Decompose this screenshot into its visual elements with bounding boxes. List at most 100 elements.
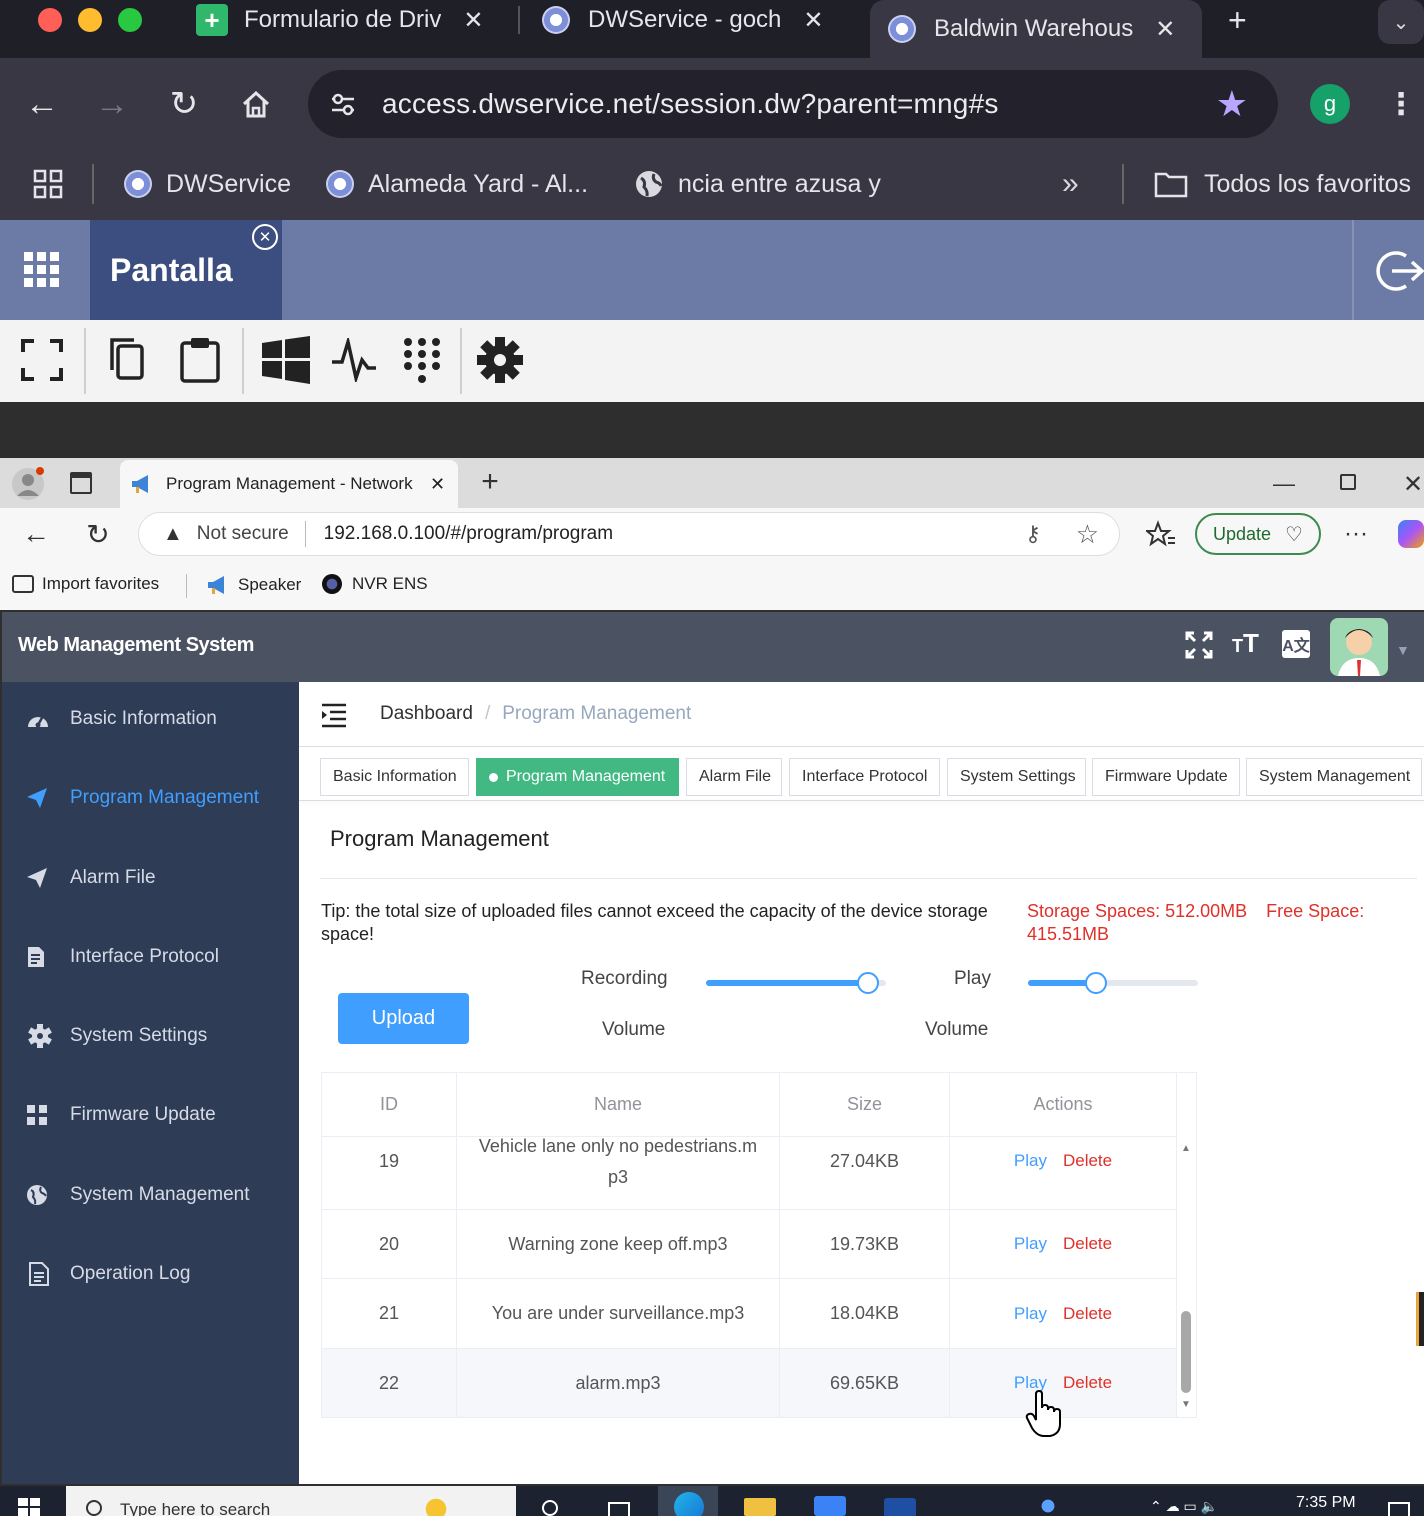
scroll-up-icon[interactable]: ▲ (1181, 1143, 1191, 1154)
activity-pulse-icon[interactable] (330, 335, 378, 385)
favorite-speaker[interactable]: Speaker (206, 574, 301, 596)
sidebar-item-program-management[interactable]: Program Management (2, 768, 299, 828)
delete-button[interactable]: Delete (1063, 1234, 1112, 1254)
system-tray-icons[interactable]: ⌃ ☁ ▭ 🔈 (1150, 1498, 1218, 1515)
address-bar[interactable]: access.dwservice.net/session.dw?parent=m… (308, 70, 1278, 138)
forward-arrow-icon[interactable]: → (92, 84, 132, 124)
tag-program-management[interactable]: Program Management (476, 758, 679, 796)
close-tab-icon[interactable]: ✕ (430, 474, 445, 495)
upload-button[interactable]: Upload (338, 993, 469, 1044)
slider-handle[interactable] (1085, 972, 1107, 994)
bookmark-ncia[interactable]: ncia entre azusa y (634, 162, 881, 206)
font-size-icon[interactable]: TT (1232, 628, 1264, 660)
delete-button[interactable]: Delete (1063, 1304, 1112, 1324)
close-window-button[interactable] (38, 8, 62, 32)
settings-gear-icon[interactable] (476, 336, 524, 384)
recording-volume-slider[interactable] (706, 972, 886, 994)
bookmark-star-icon[interactable]: ★ (1216, 83, 1248, 125)
tag-system-settings[interactable]: System Settings (947, 758, 1086, 796)
back-arrow-icon[interactable]: ← (22, 84, 62, 124)
sidebar-item-system-management[interactable]: System Management (2, 1165, 299, 1225)
breadcrumb-dashboard[interactable]: Dashboard (380, 703, 473, 725)
add-favorite-star-icon[interactable]: ☆ (1076, 519, 1099, 550)
mail-icon[interactable] (884, 1498, 916, 1516)
windows-icon[interactable] (262, 336, 310, 384)
all-bookmarks-folder[interactable]: Todos los favoritos (1154, 162, 1411, 206)
tab-baldwin[interactable]: Baldwin Warehous ✕ (870, 0, 1202, 58)
sidebar-item-basic-information[interactable]: Basic Information (2, 689, 299, 749)
copy-icon[interactable] (108, 336, 148, 382)
table-scrollbar[interactable]: ▲ ▼ (1177, 1137, 1197, 1417)
menu-kebab-icon[interactable]: ⋮ (1386, 84, 1416, 124)
network-app-icon[interactable] (1030, 1496, 1066, 1516)
reload-icon[interactable]: ↻ (164, 84, 204, 124)
widgets-icon[interactable] (608, 1502, 630, 1516)
not-secure-label[interactable]: Not secure (197, 523, 289, 545)
copilot-icon[interactable] (1398, 520, 1424, 548)
tab-actions-icon[interactable] (70, 472, 92, 494)
keypad-icon[interactable] (402, 336, 442, 386)
home-icon[interactable] (236, 84, 276, 124)
tab-program-management[interactable]: Program Management - Network ✕ (120, 460, 458, 508)
update-button[interactable]: Update ♡ (1195, 513, 1321, 555)
scroll-down-icon[interactable]: ▼ (1181, 1399, 1191, 1410)
apps-grid-icon[interactable] (32, 162, 64, 206)
sidebar-item-alarm-file[interactable]: Alarm File (2, 848, 299, 908)
profile-avatar[interactable]: g (1310, 84, 1350, 124)
avatar[interactable] (1330, 618, 1388, 676)
edge-taskbar-button[interactable] (658, 1486, 718, 1516)
tab-pantalla[interactable]: Pantalla ✕ (90, 220, 282, 320)
url-text[interactable]: 192.168.0.100/#/program/program (324, 523, 613, 545)
tag-alarm-file[interactable]: Alarm File (686, 758, 782, 796)
taskbar-search[interactable]: Type here to search (66, 1486, 516, 1516)
menu-toggle-icon[interactable] (320, 702, 350, 728)
tag-basic-information[interactable]: Basic Information (320, 758, 469, 796)
play-button[interactable]: Play (1014, 1304, 1047, 1324)
fullscreen-icon[interactable] (20, 338, 64, 382)
new-tab-button[interactable]: + (1228, 0, 1247, 40)
close-circle-icon[interactable]: ✕ (252, 224, 278, 250)
minimize-window-button[interactable] (78, 8, 102, 32)
url-text[interactable]: access.dwservice.net/session.dw?parent=m… (382, 88, 999, 120)
bookmark-dwservice[interactable]: DWService (124, 162, 291, 206)
profile-icon[interactable] (10, 466, 46, 502)
scrollbar-thumb[interactable] (1181, 1311, 1191, 1393)
delete-button[interactable]: Delete (1063, 1151, 1112, 1171)
sidebar-item-firmware-update[interactable]: Firmware Update (2, 1085, 299, 1145)
file-explorer-icon[interactable] (744, 1498, 776, 1516)
new-tab-button[interactable]: + (470, 462, 510, 502)
play-volume-slider[interactable] (1028, 972, 1198, 994)
import-favorites[interactable]: Import favorites (12, 574, 159, 594)
reload-icon[interactable]: ↻ (80, 516, 116, 552)
play-button[interactable]: Play (1014, 1234, 1047, 1254)
restore-icon[interactable] (1340, 474, 1356, 490)
back-arrow-icon[interactable]: ← (18, 516, 54, 552)
sidebar-item-operation-log[interactable]: Operation Log (2, 1244, 299, 1304)
delete-button[interactable]: Delete (1063, 1373, 1112, 1393)
zoom-window-button[interactable] (118, 8, 142, 32)
slider-handle[interactable] (857, 972, 879, 994)
windows-start-icon[interactable] (18, 1498, 40, 1516)
site-settings-icon[interactable] (328, 89, 358, 119)
key-icon[interactable]: ⚷ (1025, 521, 1041, 547)
notifications-icon[interactable] (1388, 1502, 1410, 1516)
tag-interface-protocol[interactable]: Interface Protocol (789, 758, 940, 796)
clock-time[interactable]: 7:35 PM (1296, 1494, 1356, 1512)
tag-firmware-update[interactable]: Firmware Update (1092, 758, 1240, 796)
store-icon[interactable] (814, 1496, 846, 1516)
sidebar-item-interface-protocol[interactable]: Interface Protocol (2, 927, 299, 987)
clipboard-icon[interactable] (178, 336, 222, 384)
tab-formulario[interactable]: + Formulario de Driv ✕ (196, 0, 484, 40)
sidebar-item-system-settings[interactable]: System Settings (2, 1006, 299, 1066)
favorite-nvr-ens[interactable]: NVR ENS (322, 574, 428, 594)
apps-menu-icon[interactable] (22, 250, 62, 290)
play-button[interactable]: Play (1014, 1151, 1047, 1171)
tag-system-management[interactable]: System Management (1246, 758, 1422, 796)
translate-icon[interactable]: A文 (1282, 630, 1310, 658)
avatar-dropdown-caret-icon[interactable]: ▼ (1396, 642, 1410, 658)
edge-address-bar[interactable]: ▲ Not secure 192.168.0.100/#/program/pro… (138, 512, 1120, 556)
favorites-star-icon[interactable] (1144, 520, 1176, 550)
tab-dwservice[interactable]: DWService - goch ✕ (542, 0, 824, 40)
more-bookmarks-icon[interactable]: » (1062, 162, 1079, 206)
task-view-icon[interactable] (542, 1500, 558, 1516)
